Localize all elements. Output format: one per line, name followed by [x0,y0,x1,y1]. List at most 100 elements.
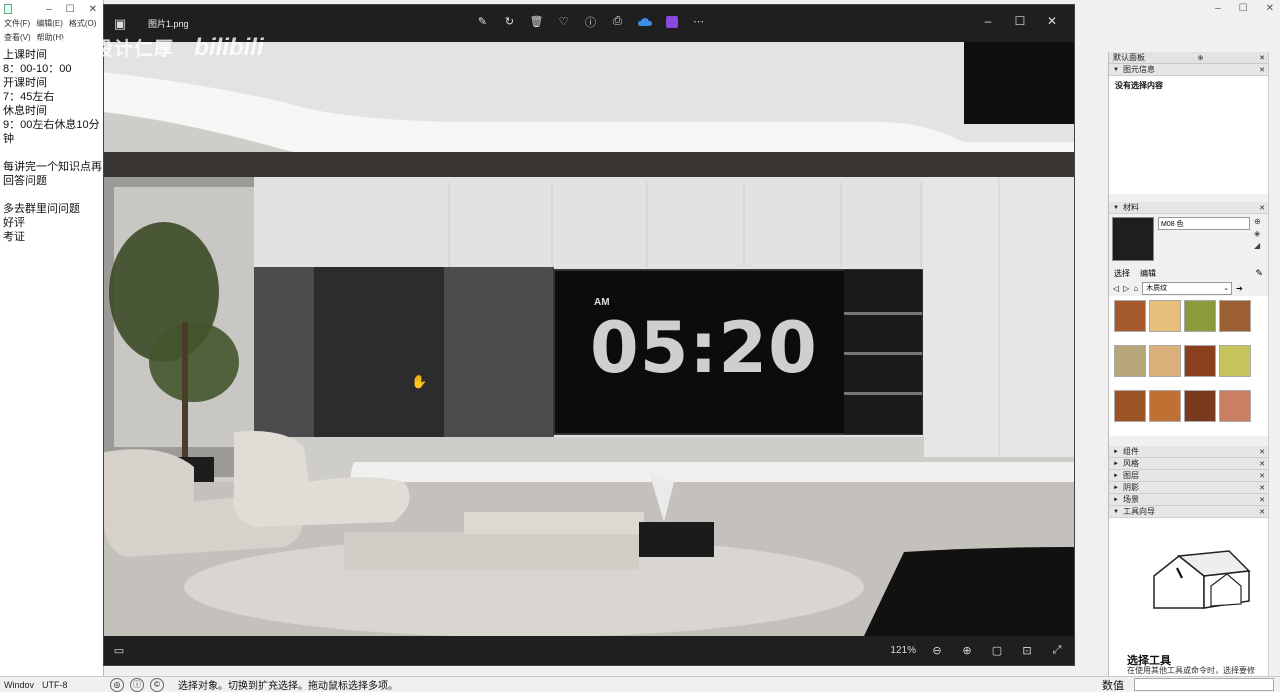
material-swatch[interactable] [1184,390,1216,422]
close-icon[interactable]: ✕ [89,4,97,15]
menu-edit[interactable]: 编辑(E) [36,18,63,32]
notepad-text-area[interactable]: 上课时间 8：00-10：00 开课时间 7：45左右 休息时间 9：00左右休… [0,46,103,246]
material-name-field[interactable]: M08 色 [1158,217,1250,230]
interior-render-image[interactable]: AM 05:20 ✋ [104,42,1074,636]
close-icon[interactable]: ✕ [1036,9,1068,33]
maximize-icon[interactable]: ☐ [1004,9,1036,33]
text-line: 好评 [3,217,25,229]
home-icon[interactable]: ⌂ [1133,284,1138,293]
rotate-icon[interactable]: ↻ [501,13,518,30]
close-icon[interactable]: ✕ [1259,508,1265,516]
fit-to-window-icon[interactable]: ▢ [988,641,1006,659]
entity-info-text: 没有选择内容 [1115,81,1163,90]
info-icon[interactable]: ⓘ [130,677,144,692]
default-material-icon[interactable]: ◢ [1254,241,1261,250]
material-swatch[interactable] [1114,300,1146,332]
measurements-input[interactable] [1134,678,1274,691]
file-name: 图片1.png [148,19,189,29]
material-swatch[interactable] [1149,390,1181,422]
actual-size-icon[interactable]: ⊡ [1018,641,1036,659]
expand-icon: ► [1113,496,1119,503]
zoom-out-icon[interactable]: ⊖ [928,641,946,659]
material-swatch[interactable] [1219,345,1251,377]
favorite-icon[interactable]: ♡ [555,13,572,30]
material-swatch[interactable] [1219,300,1251,332]
sample-paint-icon[interactable]: ✎ [1255,268,1263,279]
paint-bucket-icon[interactable]: ◈ [1254,229,1261,238]
close-icon[interactable]: ✕ [1259,484,1265,492]
print-icon[interactable]: ⎙ [609,13,626,30]
material-swatch[interactable] [1149,300,1181,332]
material-swatch[interactable] [1149,345,1181,377]
section-shadows[interactable]: ► 阴影 ✕ [1109,482,1268,494]
zoom-in-icon[interactable]: ⊕ [958,641,976,659]
section-label: 阴影 [1122,483,1139,492]
close-icon[interactable]: ✕ [1259,54,1265,62]
back-icon[interactable]: ◁ [1113,284,1119,293]
text-line: 开课时间 [3,77,47,89]
text-line: 休息时间 [3,105,47,117]
material-library-select[interactable]: 木质纹 ⌄ [1142,281,1233,295]
info-icon[interactable]: ⓘ [582,13,599,30]
material-swatch[interactable] [1219,390,1251,422]
section-instructor[interactable]: ▼ 工具向导 ✕ [1109,506,1268,518]
material-swatch[interactable] [1184,300,1216,332]
section-components[interactable]: ► 组件 ✕ [1109,446,1268,458]
encoding: UTF-8 [42,679,68,690]
more-icon[interactable]: ⋯ [690,13,707,30]
section-scenes[interactable]: ► 场景 ✕ [1109,494,1268,506]
section-styles[interactable]: ► 风格 ✕ [1109,458,1268,470]
user-icon[interactable]: © [150,677,164,692]
library-name: 木质纹 [1146,285,1168,292]
watermark: 室内设计仁厚 bilibili [54,34,264,62]
zoom-level: 121% [890,644,916,656]
materials-header[interactable]: ▼ 材料 ✕ [1109,202,1268,214]
details-arrow-icon[interactable]: ➔ [1236,284,1243,293]
current-material-swatch[interactable] [1112,217,1154,261]
close-icon[interactable]: ✕ [1259,496,1265,504]
text-line: 8：00-10：00 [3,63,72,75]
close-icon[interactable]: ✕ [1259,448,1265,456]
create-material-icon[interactable]: ⊕ [1254,217,1261,226]
close-icon[interactable]: ✕ [1259,66,1265,74]
filmstrip-icon[interactable]: ▭ [110,641,128,659]
bilibili-logo: bilibili [194,34,264,61]
maximize-icon[interactable]: ☐ [1239,3,1248,14]
minimize-icon[interactable]: – [1215,3,1221,14]
section-label: 图层 [1122,471,1139,480]
tab-edit[interactable]: 编辑 [1140,268,1156,279]
onedrive-icon[interactable] [636,13,653,30]
entity-info-header[interactable]: ▼ 图元信息 ✕ [1109,64,1268,76]
minimize-icon[interactable]: – [972,9,1004,33]
fullscreen-icon[interactable]: ⤢ [1048,641,1066,659]
edit-icon[interactable]: ✎ [474,13,491,30]
delete-icon[interactable]: 🗑 [528,13,545,30]
close-icon[interactable]: ✕ [1259,204,1265,212]
clipchamp-icon[interactable] [663,13,680,30]
viewer-toolbar: ✎ ↻ 🗑 ♡ ⓘ ⎙ ⋯ [474,13,707,30]
tab-select[interactable]: 选择 [1114,268,1130,279]
panel-scrollbar[interactable] [1268,52,1280,676]
geolocation-icon[interactable]: ◎ [110,677,124,692]
menu-format[interactable]: 格式(O) [69,18,97,32]
notepad-window: – ☐ ✕ 文件(F) 编辑(E) 格式(O) 查看(V) 帮助(H) 上课时间… [0,0,104,692]
material-grid [1109,296,1268,436]
pin-icon[interactable]: ⊕ [1198,54,1204,62]
maximize-icon[interactable]: ☐ [66,4,75,15]
close-icon[interactable]: ✕ [1266,3,1274,14]
text-line: 9：00左右休息10分 [3,119,100,131]
material-swatch[interactable] [1114,345,1146,377]
section-label: 组件 [1122,447,1139,456]
close-icon[interactable]: ✕ [1259,460,1265,468]
menu-view[interactable]: 查看(V) [4,32,31,46]
material-swatch[interactable] [1114,390,1146,422]
house-illustration [1153,550,1251,609]
close-icon[interactable]: ✕ [1259,472,1265,480]
minimize-icon[interactable]: – [46,4,52,15]
photos-viewer-window: ▣ 图片1.png ✎ ↻ 🗑 ♡ ⓘ ⎙ ⋯ – ☐ ✕ AM 05:20 ✋… [103,4,1075,666]
material-swatch[interactable] [1184,345,1216,377]
section-layers[interactable]: ► 图层 ✕ [1109,470,1268,482]
menu-file[interactable]: 文件(F) [4,18,30,32]
forward-icon[interactable]: ▷ [1123,284,1129,293]
